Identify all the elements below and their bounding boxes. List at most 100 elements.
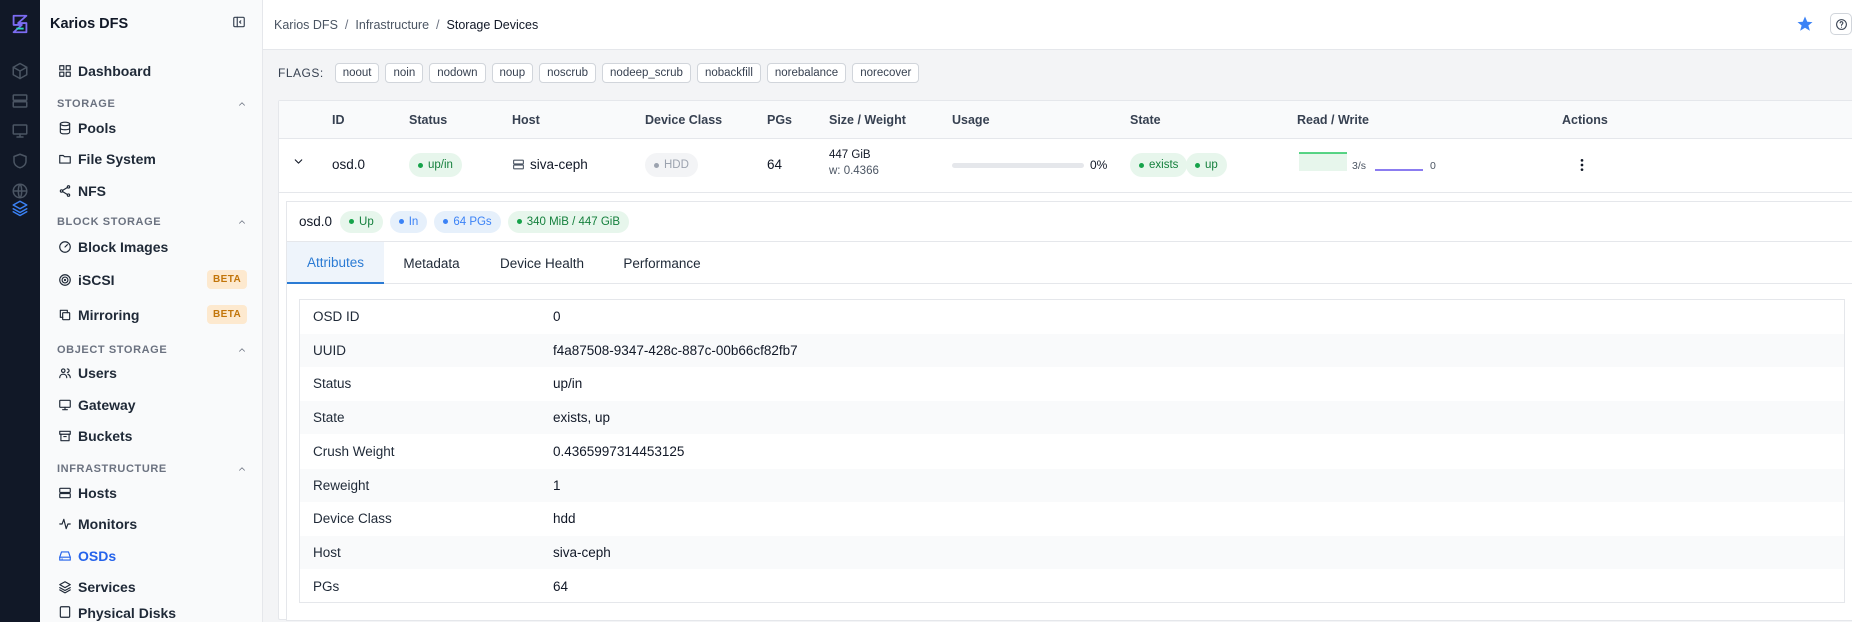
breadcrumb-current: Storage Devices	[446, 18, 539, 32]
attribute-key: Reweight	[313, 477, 370, 493]
column-header-usage[interactable]: Usage	[952, 113, 990, 127]
column-header-size-weight[interactable]: Size / Weight	[829, 113, 906, 127]
tab-performance[interactable]: Performance	[605, 242, 719, 284]
server-icon[interactable]	[8, 89, 32, 113]
column-header-host[interactable]: Host	[512, 113, 540, 127]
attribute-key: Crush Weight	[313, 443, 395, 459]
layers-icon	[59, 581, 71, 594]
sidebar-item-iscsi[interactable]: iSCSI	[58, 268, 115, 292]
attribute-value: exists, up	[553, 410, 611, 426]
sidebar-item-services[interactable]: Services	[58, 575, 136, 599]
breadcrumb-item[interactable]: Karios DFS	[274, 18, 338, 32]
sidebar-item-block-images[interactable]: Block Images	[58, 235, 168, 259]
copy-icon	[59, 309, 71, 321]
column-header-state[interactable]: State	[1130, 113, 1161, 127]
cube-icon[interactable]	[8, 59, 32, 83]
sidebar-item-users[interactable]: Users	[58, 361, 117, 385]
flag-chip[interactable]: nodown	[429, 63, 486, 83]
section-block-storage[interactable]: BLOCK STORAGE	[57, 216, 247, 228]
sidebar-item-osds[interactable]: OSDs	[58, 544, 116, 568]
more-actions-icon[interactable]	[1574, 155, 1590, 175]
app-logo-icon[interactable]	[8, 12, 32, 36]
share-icon	[59, 185, 71, 197]
sidebar-item-label: NFS	[78, 183, 106, 199]
target-icon	[59, 274, 71, 286]
breadcrumb-separator: /	[436, 18, 440, 32]
sidebar-item-mirroring[interactable]: Mirroring	[58, 303, 139, 327]
attribute-key: PGs	[313, 578, 340, 594]
flag-chip[interactable]: nodeep_scrub	[602, 63, 691, 83]
size-value: 447 GiB	[829, 149, 871, 161]
column-header-read-write[interactable]: Read / Write	[1297, 113, 1369, 127]
section-infrastructure[interactable]: INFRASTRUCTURE	[57, 463, 247, 475]
flag-chip[interactable]: noout	[334, 63, 380, 83]
attribute-key: State	[313, 410, 345, 426]
column-header-id[interactable]: ID	[332, 113, 345, 127]
attributes-table: OSD ID 0 UUID f4a87508-9347-428c-887c-00b66…	[299, 299, 1845, 603]
sidebar-item-gateway[interactable]: Gateway	[58, 393, 136, 417]
section-storage[interactable]: STORAGE	[57, 98, 247, 110]
badge-up: Up	[340, 210, 383, 233]
icon-rail	[0, 0, 40, 622]
attribute-key: Status	[313, 376, 352, 392]
sidebar-item-hosts[interactable]: Hosts	[58, 481, 117, 505]
pgs-value: 64	[767, 157, 783, 172]
state-text: exists	[1149, 159, 1179, 171]
hard-drive-icon	[59, 551, 71, 561]
host-cell: siva-ceph	[512, 157, 588, 172]
breadcrumb-item[interactable]: Infrastructure	[355, 18, 429, 32]
shield-icon[interactable]	[8, 149, 32, 173]
beta-badge: BETA	[207, 305, 248, 324]
sidebar-item-dashboard[interactable]: Dashboard	[58, 59, 151, 83]
table-header: ID Status Host Device Class PGs Size / W…	[279, 101, 1852, 139]
usage-bar	[952, 163, 1084, 168]
tab-device-health[interactable]: Device Health	[479, 242, 605, 284]
archive-icon	[59, 430, 71, 442]
flag-chip[interactable]: norebalance	[766, 63, 847, 83]
sidebar-collapse-icon[interactable]	[232, 15, 250, 33]
badge-text: In	[408, 215, 419, 228]
section-object-storage[interactable]: OBJECT STORAGE	[57, 344, 247, 356]
server-icon	[513, 159, 524, 170]
flag-chip[interactable]: noin	[385, 63, 424, 83]
column-header-status[interactable]: Status	[409, 113, 447, 127]
attribute-value: 0	[553, 309, 561, 324]
attribute-value: f4a87508-9347-428c-887c-00b66cf82fb7	[553, 342, 798, 358]
sidebar-item-filesystem[interactable]: File System	[58, 147, 156, 171]
badge-text: 340 MiB / 447 GiB	[526, 215, 621, 228]
sidebar-item-nfs[interactable]: NFS	[58, 179, 106, 203]
flag-chip[interactable]: noscrub	[539, 63, 597, 83]
column-header-device-class[interactable]: Device Class	[645, 113, 722, 127]
status-badge: up/in	[409, 153, 462, 177]
attribute-row: Reweight 1	[300, 468, 1844, 502]
section-label: OBJECT STORAGE	[57, 344, 168, 356]
flag-chip[interactable]: nobackfill	[696, 63, 761, 83]
badge-pgs: 64 PGs	[434, 210, 501, 233]
table-row[interactable]: osd.0 up/in siva-ceph HDD 64 447 GiB w: …	[279, 139, 1852, 193]
favorite-star-icon[interactable]	[1796, 15, 1814, 33]
tab-metadata[interactable]: Metadata	[384, 242, 479, 284]
sidebar-item-physical-disks[interactable]: Physical Disks	[58, 605, 176, 622]
sidebar-item-pools[interactable]: Pools	[58, 116, 116, 140]
detail-header: osd.0 Up In 64 PGs 340 MiB / 447 GiB	[287, 202, 1852, 242]
expand-chevron-icon[interactable]	[292, 155, 312, 175]
flags-bar: FLAGS: noout noin nodown noup noscrub no…	[278, 63, 925, 83]
flag-chip[interactable]: norecover	[852, 63, 920, 83]
column-header-pgs[interactable]: PGs	[767, 113, 792, 127]
folder-icon	[59, 154, 71, 164]
sidebar-item-label: Block Images	[78, 239, 169, 255]
attribute-key: OSD ID	[313, 309, 360, 324]
sidebar-item-monitors[interactable]: Monitors	[58, 512, 137, 536]
flag-chip[interactable]: noup	[491, 63, 534, 83]
section-label: STORAGE	[57, 98, 116, 110]
sidebar-item-label: Gateway	[78, 397, 136, 413]
sidebar-item-label: OSDs	[78, 548, 117, 564]
host-name: siva-ceph	[530, 157, 588, 172]
main-content: FLAGS: noout noin nodown noup noscrub no…	[263, 50, 1852, 622]
help-button[interactable]	[1830, 13, 1852, 35]
sidebar-item-buckets[interactable]: Buckets	[58, 424, 132, 448]
monitor-icon[interactable]	[8, 119, 32, 143]
tab-attributes[interactable]: Attributes	[287, 242, 384, 284]
beta-badge: BETA	[207, 270, 248, 289]
layers-icon[interactable]	[8, 196, 32, 220]
